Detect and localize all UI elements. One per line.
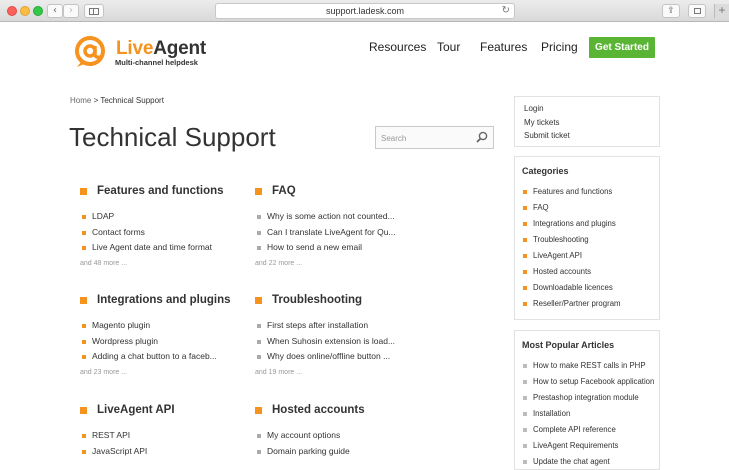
- sidebar-category-link[interactable]: LiveAgent API: [523, 248, 659, 264]
- nav-resources[interactable]: Resources: [369, 40, 426, 54]
- article-link[interactable]: Adding a chat button to a faceb...: [82, 349, 232, 365]
- article-link[interactable]: My account options: [257, 428, 407, 444]
- category-title[interactable]: FAQ: [255, 185, 415, 197]
- share-icon: ⇪: [667, 6, 675, 16]
- article-link[interactable]: REST API: [82, 428, 232, 444]
- category-features-and-functions: Features and functions LDAP Contact form…: [80, 185, 240, 267]
- category-integrations-and-plugins: Integrations and plugins Magento plugin …: [80, 294, 240, 376]
- back-button[interactable]: ‹: [47, 4, 63, 18]
- article-link[interactable]: JavaScript API: [82, 444, 232, 460]
- zoom-window-button[interactable]: [33, 6, 43, 16]
- article-link[interactable]: LDAP: [82, 209, 232, 225]
- sidebar-popular-box: Most Popular Articles How to make REST c…: [514, 330, 660, 470]
- liveagent-logo[interactable]: LiveAgent Multi-channel helpdesk: [73, 36, 213, 72]
- my-tickets-link[interactable]: My tickets: [524, 116, 650, 130]
- sidebar-categories-heading: Categories: [522, 166, 569, 176]
- show-tabs-button[interactable]: [688, 4, 706, 18]
- more-articles-link[interactable]: and 48 more ...: [80, 260, 240, 267]
- sidebar-category-link[interactable]: FAQ: [523, 200, 659, 216]
- get-started-button[interactable]: Get Started: [589, 37, 655, 58]
- search-input[interactable]: [381, 131, 476, 145]
- sidebar-category-link[interactable]: Integrations and plugins: [523, 216, 659, 232]
- article-link[interactable]: Magento plugin: [82, 318, 232, 334]
- search-icon[interactable]: [476, 131, 488, 143]
- address-bar[interactable]: support.ladesk.com ↻: [215, 3, 515, 19]
- category-troubleshooting: Troubleshooting First steps after instal…: [255, 294, 415, 376]
- article-link[interactable]: Contact forms: [82, 225, 232, 241]
- chevron-right-icon: ›: [69, 5, 73, 16]
- sidebar-category-link[interactable]: Reseller/Partner program: [523, 296, 659, 312]
- page-title: Technical Support: [69, 122, 276, 152]
- sidebar-category-link[interactable]: Hosted accounts: [523, 264, 659, 280]
- minimize-window-button[interactable]: [20, 6, 30, 16]
- nav-features[interactable]: Features: [480, 40, 527, 54]
- login-link[interactable]: Login: [524, 102, 650, 116]
- category-title[interactable]: Troubleshooting: [255, 294, 415, 306]
- popular-article-link[interactable]: How to make REST calls in PHP: [523, 358, 659, 374]
- sidebar-category-link[interactable]: Troubleshooting: [523, 232, 659, 248]
- browser-toolbar: ‹ › support.ladesk.com ↻ ⇪ +: [0, 0, 729, 22]
- close-window-button[interactable]: [7, 6, 17, 16]
- breadcrumb-current: Technical Support: [100, 96, 164, 105]
- sidebar-icon: [89, 8, 99, 15]
- popular-article-link[interactable]: How to setup Facebook application: [523, 374, 659, 390]
- popular-article-link[interactable]: Complete API reference: [523, 422, 659, 438]
- url-text: support.ladesk.com: [325, 6, 405, 16]
- reload-icon[interactable]: ↻: [502, 4, 510, 18]
- article-link[interactable]: Why is some action not counted...: [257, 209, 407, 225]
- category-title[interactable]: Features and functions: [80, 185, 240, 197]
- category-faq: FAQ Why is some action not counted... Ca…: [255, 185, 415, 267]
- logo-at-icon: [75, 36, 105, 67]
- popular-article-link[interactable]: Prestashop integration module: [523, 390, 659, 406]
- sidebar-categories-box: Categories Features and functions FAQ In…: [514, 156, 660, 320]
- category-hosted-accounts: Hosted accounts My account options Domai…: [255, 404, 415, 459]
- sidebar-category-link[interactable]: Downloadable licences: [523, 280, 659, 296]
- submit-ticket-link[interactable]: Submit ticket: [524, 129, 650, 143]
- category-title[interactable]: Integrations and plugins: [80, 294, 240, 306]
- logo-tagline: Multi-channel helpdesk: [115, 58, 198, 67]
- article-link[interactable]: How to send a new email: [257, 240, 407, 256]
- category-title[interactable]: LiveAgent API: [80, 404, 240, 416]
- logo-wordmark: LiveAgent: [116, 38, 207, 59]
- article-link[interactable]: Why does online/offline button ...: [257, 349, 407, 365]
- sidebar-popular-heading: Most Popular Articles: [522, 340, 615, 350]
- forward-button[interactable]: ›: [63, 4, 79, 18]
- breadcrumb: Home > Technical Support: [70, 96, 164, 105]
- article-link[interactable]: Live Agent date and time format: [82, 240, 232, 256]
- category-title[interactable]: Hosted accounts: [255, 404, 415, 416]
- popular-article-link[interactable]: LiveAgent Requirements: [523, 438, 659, 454]
- article-link[interactable]: Domain parking guide: [257, 444, 407, 460]
- tabs-icon: [694, 8, 701, 14]
- popular-article-link[interactable]: Update the chat agent: [523, 454, 659, 470]
- share-button[interactable]: ⇪: [662, 4, 680, 18]
- article-link[interactable]: Wordpress plugin: [82, 334, 232, 350]
- sidebar-category-link[interactable]: Features and functions: [523, 184, 659, 200]
- category-liveagent-api: LiveAgent API REST API JavaScript API: [80, 404, 240, 459]
- sidebar-toggle-button[interactable]: [84, 4, 104, 18]
- more-articles-link[interactable]: and 23 more ...: [80, 369, 240, 376]
- article-link[interactable]: When Suhosin extension is load...: [257, 334, 407, 350]
- nav-pricing[interactable]: Pricing: [541, 40, 578, 54]
- chevron-left-icon: ‹: [53, 5, 57, 16]
- more-articles-link[interactable]: and 19 more ...: [255, 369, 415, 376]
- breadcrumb-separator: >: [91, 96, 101, 105]
- more-articles-link[interactable]: and 22 more ...: [255, 260, 415, 267]
- account-links-box: Login My tickets Submit ticket: [514, 96, 660, 147]
- article-link[interactable]: Can I translate LiveAgent for Qu...: [257, 225, 407, 241]
- search-box: [375, 126, 494, 149]
- breadcrumb-home[interactable]: Home: [70, 96, 91, 105]
- popular-article-link[interactable]: Installation: [523, 406, 659, 422]
- new-tab-button[interactable]: +: [714, 4, 729, 18]
- nav-tour[interactable]: Tour: [437, 40, 460, 54]
- article-link[interactable]: First steps after installation: [257, 318, 407, 334]
